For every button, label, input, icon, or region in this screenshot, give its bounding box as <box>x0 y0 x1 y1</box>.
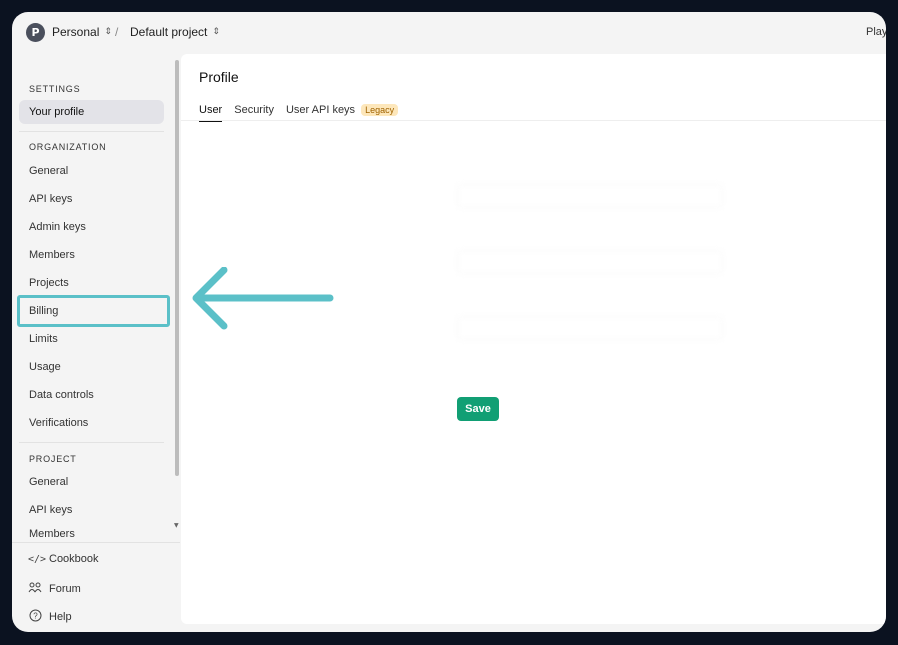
organization-heading: ORGANIZATION <box>29 142 107 152</box>
sidebar-item-usage[interactable]: Usage <box>19 355 164 379</box>
forum-label: Forum <box>49 582 81 595</box>
sidebar-footer-cookbook[interactable]: </> Cookbook <box>28 553 99 565</box>
sidebar-item-org-general[interactable]: General <box>19 159 164 183</box>
scroll-down-arrow-icon[interactable]: ▼ <box>174 522 179 529</box>
top-bar: P Personal ⇕ / Default project ⇕ Play <box>12 12 886 54</box>
sidebar-divider <box>19 131 164 132</box>
tab-security[interactable]: Security <box>234 100 274 120</box>
sidebar-item-project-general[interactable]: General <box>19 470 164 494</box>
org-avatar[interactable]: P <box>26 23 45 42</box>
sidebar-item-limits[interactable]: Limits <box>19 327 164 351</box>
tab-user-label: User <box>199 104 223 116</box>
settings-heading: SETTINGS <box>29 84 81 94</box>
project-heading: PROJECT <box>29 454 77 464</box>
app-window: P Personal ⇕ / Default project ⇕ Play SE… <box>12 12 886 632</box>
billing-highlight-box <box>17 295 170 327</box>
email-input[interactable] <box>457 250 723 274</box>
sidebar-item-project-api-keys[interactable]: API keys <box>19 498 164 522</box>
project-name: Default project <box>130 25 208 39</box>
blurred-field-help <box>457 169 723 178</box>
sidebar-footer-forum[interactable]: Forum <box>28 581 81 596</box>
blurred-field-help <box>457 301 723 310</box>
org-switcher[interactable]: Personal ⇕ <box>52 25 112 39</box>
sidebar: SETTINGS Your profile ORGANIZATION Gener… <box>12 54 180 632</box>
org-name: Personal <box>52 25 100 39</box>
arrow-left-icon <box>192 267 334 330</box>
code-icon: </> <box>28 553 47 565</box>
sidebar-item-data-controls[interactable]: Data controls <box>19 383 164 407</box>
name-input[interactable] <box>457 184 723 208</box>
tab-user-api-keys[interactable]: User API keys Legacy <box>285 100 399 120</box>
tab-user-api-keys-label: User API keys <box>285 104 356 116</box>
blurred-field-label <box>457 220 723 231</box>
save-button[interactable]: Save <box>457 397 499 421</box>
sidebar-footer-help[interactable]: ? Help <box>28 609 72 625</box>
people-icon <box>28 581 42 596</box>
tabs-divider <box>181 120 886 121</box>
sidebar-item-admin-keys[interactable]: Admin keys <box>19 215 164 239</box>
legacy-badge: Legacy <box>361 104 399 116</box>
chevron-updown-icon: ⇕ <box>212 27 220 37</box>
playground-link[interactable]: Play <box>866 26 886 38</box>
tab-user[interactable]: User <box>199 100 223 122</box>
sidebar-item-project-members[interactable]: Members <box>19 526 164 542</box>
sidebar-item-org-members[interactable]: Members <box>19 243 164 267</box>
sidebar-item-verifications[interactable]: Verifications <box>19 411 164 435</box>
page-title: Profile <box>199 69 239 85</box>
profile-tabs: User Security User API keys Legacy <box>199 100 399 122</box>
cookbook-label: Cookbook <box>49 553 99 565</box>
sidebar-item-your-profile[interactable]: Your profile <box>19 100 164 124</box>
blurred-field-label <box>457 286 723 297</box>
sidebar-item-projects[interactable]: Projects <box>19 271 164 295</box>
project-switcher[interactable]: Default project ⇕ <box>130 25 220 39</box>
help-label: Help <box>49 611 72 623</box>
sidebar-item-org-api-keys[interactable]: API keys <box>19 187 164 211</box>
svg-text:?: ? <box>33 612 38 621</box>
sidebar-footer-divider <box>12 542 180 543</box>
help-icon: ? <box>28 609 42 625</box>
blurred-field-label <box>457 154 723 165</box>
phone-input[interactable] <box>457 316 723 340</box>
chevron-updown-icon: ⇕ <box>104 27 112 37</box>
blurred-profile-form <box>457 154 723 352</box>
sidebar-scrollbar[interactable] <box>175 60 179 476</box>
main-panel: Profile User Security User API keys Lega… <box>181 54 886 624</box>
breadcrumb-separator: / <box>115 25 119 39</box>
blurred-field-help <box>457 235 723 244</box>
sidebar-divider <box>19 442 164 443</box>
tab-security-label: Security <box>234 104 274 116</box>
